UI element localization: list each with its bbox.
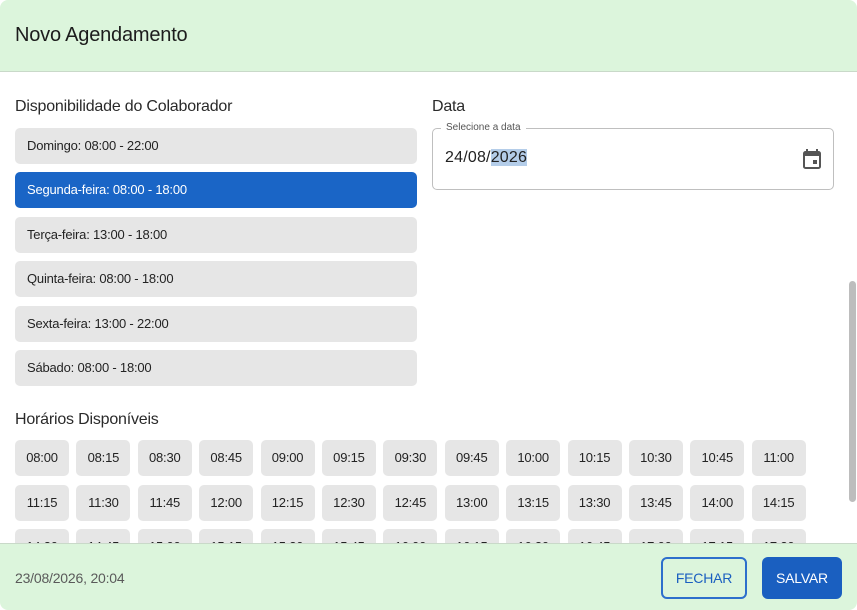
scrollbar-track[interactable] — [847, 72, 857, 543]
time-slot-button[interactable]: 15:15 — [199, 529, 254, 543]
time-slot-button[interactable]: 15:00 — [137, 529, 192, 543]
date-field-legend: Selecione a data — [441, 122, 526, 134]
availability-item[interactable]: Terça-feira: 13:00 - 18:00 — [15, 216, 417, 253]
time-slot-button[interactable]: 14:00 — [690, 484, 745, 521]
time-slot-button[interactable]: 08:00 — [15, 440, 69, 476]
time-slot-button[interactable]: 15:45 — [321, 529, 376, 543]
time-slot-button[interactable]: 14:30 — [15, 529, 69, 543]
availability-item[interactable]: Quinta-feira: 08:00 - 18:00 — [15, 261, 417, 298]
scrollbar-thumb[interactable] — [849, 281, 856, 502]
availability-item[interactable]: Segunda-feira: 08:00 - 18:00 — [15, 172, 417, 209]
time-slot-button[interactable]: 13:15 — [506, 484, 561, 521]
availability-label: Disponibilidade do Colaborador — [15, 98, 233, 115]
dialog-title: Novo Agendamento — [15, 24, 188, 46]
time-slot-button[interactable]: 16:30 — [506, 529, 561, 543]
availability-item[interactable]: Sábado: 08:00 - 18:00 — [15, 349, 417, 386]
time-slot-button[interactable]: 11:15 — [15, 484, 69, 521]
date-value-prefix: 24/08/ — [445, 149, 491, 166]
time-slot-row: 11:15 11:30 11:45 12:00 12:15 12:30 12:45 13:00… — [15, 484, 815, 521]
time-slot-button[interactable]: 14:45 — [76, 529, 131, 543]
availability-item[interactable]: Sexta-feira: 13:00 - 22:00 — [15, 305, 417, 342]
time-slot-button[interactable]: 09:30 — [383, 440, 438, 476]
time-slot-button[interactable]: 09:00 — [260, 440, 315, 476]
close-button[interactable]: FECHAR — [661, 557, 747, 599]
time-slot-button[interactable]: 16:00 — [383, 529, 438, 543]
calendar-icon[interactable] — [803, 148, 823, 170]
time-slot-button[interactable]: 12:00 — [199, 484, 254, 521]
time-slot-button[interactable]: 17:30 — [751, 529, 806, 543]
time-slot-button[interactable]: 09:15 — [321, 440, 376, 476]
footer-timestamp: 23/08/2026, 20:04 — [15, 570, 125, 586]
time-slot-button[interactable]: 10:30 — [628, 440, 683, 476]
time-slot-button[interactable]: 16:15 — [444, 529, 499, 543]
time-slot-button[interactable]: 16:45 — [567, 529, 622, 543]
time-slot-button[interactable]: 13:45 — [628, 484, 683, 521]
time-slot-button[interactable]: 12:15 — [260, 484, 315, 521]
time-slot-button[interactable]: 09:45 — [444, 440, 499, 476]
time-slot-button[interactable]: 13:00 — [444, 484, 499, 521]
time-slot-button[interactable]: 11:30 — [76, 484, 131, 521]
time-slot-button[interactable]: 08:15 — [76, 440, 131, 476]
date-field[interactable]: Selecione a data 24/08/2026 — [432, 122, 834, 190]
availability-item[interactable]: Domingo: 08:00 - 22:00 — [15, 128, 417, 164]
time-slot-button[interactable]: 10:00 — [506, 440, 561, 476]
time-slot-button[interactable]: 15:30 — [260, 529, 315, 543]
time-slot-row: 08:00 08:15 08:30 08:45 09:00 09:15 09:30 09:45… — [15, 440, 815, 476]
time-slot-button[interactable]: 12:30 — [321, 484, 376, 521]
dialog-header: Novo Agendamento — [0, 0, 857, 72]
time-slot-button[interactable]: 10:45 — [690, 440, 745, 476]
slots-label: Horários Disponíveis — [15, 411, 159, 428]
date-value-selected: 2026 — [490, 149, 528, 166]
time-slot-button[interactable]: 17:00 — [628, 529, 683, 543]
time-slot-button[interactable]: 12:45 — [383, 484, 438, 521]
time-slot-row: 14:30 14:45 15:00 15:15 15:30 15:45 16:00 16:15… — [15, 529, 815, 543]
date-label: Data — [432, 98, 465, 115]
availability-list: Domingo: 08:00 - 22:00 Segunda-feira: 08:… — [15, 128, 417, 394]
time-slot-button[interactable]: 08:45 — [199, 440, 254, 476]
time-slots-grid: 08:00 08:15 08:30 08:45 09:00 09:15 09:30 09:45… — [15, 440, 815, 543]
dialog-content: Disponibilidade do Colaborador Domingo: … — [0, 72, 857, 543]
time-slot-button[interactable]: 11:00 — [751, 440, 806, 476]
time-slot-button[interactable]: 11:45 — [137, 484, 192, 521]
dialog-footer: 23/08/2026, 20:04 FECHAR SALVAR — [0, 543, 857, 610]
date-input[interactable]: 24/08/2026 — [445, 149, 528, 167]
save-button[interactable]: SALVAR — [762, 557, 842, 599]
time-slot-button[interactable]: 10:15 — [567, 440, 622, 476]
time-slot-button[interactable]: 08:30 — [137, 440, 192, 476]
time-slot-button[interactable]: 13:30 — [567, 484, 622, 521]
time-slot-button[interactable]: 17:15 — [690, 529, 745, 543]
time-slot-button[interactable]: 14:15 — [751, 484, 806, 521]
